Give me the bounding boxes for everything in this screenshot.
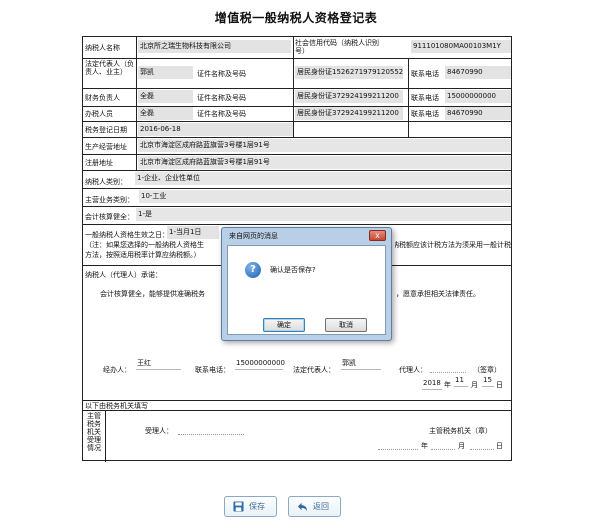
ok-button[interactable]: 确定 (263, 318, 305, 332)
receiver-label: 受理人： (145, 427, 173, 435)
day-label: 日 (496, 381, 503, 389)
accounting-label: 会计核算健全： (85, 213, 134, 221)
blank-year-field[interactable] (378, 438, 418, 450)
row-divider (83, 58, 511, 59)
handler-label: 办税人员 (85, 110, 113, 118)
note-left-2: 方法，按照适用税率计算应纳税额。） (85, 251, 201, 259)
effective-date-label: 一般纳税人资格生效之日： (85, 231, 169, 239)
biz-addr-label: 生产经营地址 (85, 143, 127, 151)
id-type-label-legal: 证件名称及号码 (197, 70, 246, 78)
biz-addr-field[interactable]: 北京市海淀区成府路蓝旗营3号楼1层91号 (138, 139, 511, 152)
tax-office-section-title: 以下由税务机关填写 (85, 402, 148, 410)
form-title: 增值税一般纳税人资格登记表 (214, 11, 378, 25)
question-icon: ? (245, 262, 261, 278)
effective-date-field[interactable]: 1-当月1日 (167, 226, 219, 239)
save-icon (233, 501, 244, 512)
tax-office-stamp: 主管税务机关（章） (429, 427, 492, 435)
category-field[interactable]: 1-企业、企业性单位 (135, 172, 511, 185)
row-divider (83, 170, 511, 171)
blank-month-label: 月 (458, 442, 465, 450)
handler-phone-field[interactable]: 84670990 (445, 107, 511, 120)
legal-rep-id-field[interactable]: 居民身份证1526271979120552 (295, 66, 403, 79)
declaration-text-left: 会计核算健全，能够提供准确税务 (100, 290, 205, 298)
blank-day-field[interactable] (470, 438, 494, 450)
confirm-dialog: 来自网页的消息 x ? 确认是否保存? 确定 取消 (221, 227, 392, 341)
tax-office-label: 主管税务机关受理情况 (87, 412, 101, 452)
reg-addr-label: 注册地址 (85, 159, 113, 167)
sign-month-field[interactable]: 11 (454, 375, 468, 387)
industry-field[interactable]: 10-工业 (139, 190, 511, 203)
finance-head-id-field[interactable]: 居民身份证372924199211200 (295, 90, 403, 103)
cancel-button[interactable]: 取消 (325, 318, 367, 332)
credit-code-label: 社会信用代码（纳税人识别号） (295, 39, 379, 55)
row-divider (83, 188, 511, 189)
taxpayer-name-label: 纳税人名称 (85, 44, 120, 52)
row-divider (83, 137, 511, 138)
row-divider (83, 121, 511, 122)
operator-field[interactable]: 王红 (136, 358, 181, 370)
accounting-field[interactable]: 1-是 (136, 208, 511, 221)
reg-addr-field[interactable]: 北京市海淀区成府路蓝旗营3号楼1层91号 (138, 156, 511, 169)
declaration-label: 纳税人（代理人）承诺： (85, 271, 162, 279)
handler-id-field[interactable]: 居民身份证372924199211200 (295, 107, 403, 120)
blank-day-label: 日 (496, 442, 503, 450)
save-button[interactable]: 保存 (224, 496, 277, 517)
col-divider (105, 410, 106, 462)
col-divider (408, 58, 409, 137)
id-type-label-handler: 证件名称及号码 (197, 110, 246, 118)
agent-field[interactable] (430, 361, 466, 373)
row-divider (83, 154, 511, 155)
blank-year-label: 年 (421, 442, 428, 450)
row-divider (83, 224, 511, 225)
legal-rep-sign-field[interactable]: 郭凯 (341, 358, 381, 370)
sign-day-field[interactable]: 15 (482, 375, 494, 387)
note-left: （注：如果您选择的一般纳税人资格生 (85, 241, 204, 249)
declaration-text-right: ，愿意承担相关法律责任。 (396, 290, 480, 298)
contact-phone-label-finance: 联系电话 (411, 94, 439, 102)
dialog-title: 来自网页的消息 (229, 232, 278, 240)
note-right: 期计税方法计算应纳税额的，应纳税额应该计税方法为须采用一般计税 (395, 241, 511, 249)
col-divider (293, 37, 294, 137)
back-button[interactable]: 返回 (288, 496, 341, 517)
dialog-body: ? 确认是否保存? 确定 取消 (227, 245, 386, 335)
category-label: 纳税人类别： (85, 178, 127, 186)
contact-phone-label-legal: 联系电话 (411, 70, 439, 78)
contact-phone-label-handler: 联系电话 (411, 110, 439, 118)
phone-field[interactable]: 15000000000 (235, 358, 285, 370)
finance-head-phone-field[interactable]: 15000000000 (445, 90, 511, 103)
sign-year-field[interactable]: 2018 (422, 378, 442, 390)
legal-rep-sign-label: 法定代表人： (293, 366, 335, 374)
year-label: 年 (444, 381, 451, 389)
row-divider (83, 88, 511, 89)
legal-rep-name-field[interactable]: 郭凯 (138, 66, 193, 79)
operator-label: 经办人： (103, 366, 131, 374)
back-label: 返回 (313, 502, 329, 511)
back-arrow-icon (297, 502, 308, 512)
legal-rep-phone-field[interactable]: 84670990 (445, 66, 511, 79)
month-label: 月 (471, 381, 478, 389)
finance-head-name-field[interactable]: 全磊 (138, 90, 193, 103)
legal-rep-label: 法定代表人（负责人、业主） (85, 60, 134, 76)
row-divider (83, 206, 511, 207)
agent-label: 代理人： (399, 366, 427, 374)
finance-head-label: 财务负责人 (85, 94, 120, 102)
col-divider (136, 37, 137, 170)
phone-label: 联系电话： (195, 366, 230, 374)
handler-name-field[interactable]: 全磊 (138, 107, 193, 120)
dialog-message: 确认是否保存? (270, 266, 316, 274)
blank-month-field[interactable] (431, 438, 455, 450)
taxpayer-name-field[interactable]: 北京所之瑞生物科技有限公司 (138, 40, 291, 53)
credit-code-field[interactable]: 911101080MA00103M1Y (411, 40, 511, 53)
receiver-field[interactable] (178, 423, 244, 435)
stamp-label: （签章） (473, 366, 501, 374)
reg-date-label: 税务登记日期 (85, 126, 127, 134)
id-type-label-finance: 证件名称及号码 (197, 94, 246, 102)
reg-date-field[interactable]: 2016-06-18 (138, 123, 293, 136)
close-icon[interactable]: x (369, 230, 386, 241)
industry-label: 主营业务类别： (85, 196, 134, 204)
save-label: 保存 (249, 502, 265, 511)
